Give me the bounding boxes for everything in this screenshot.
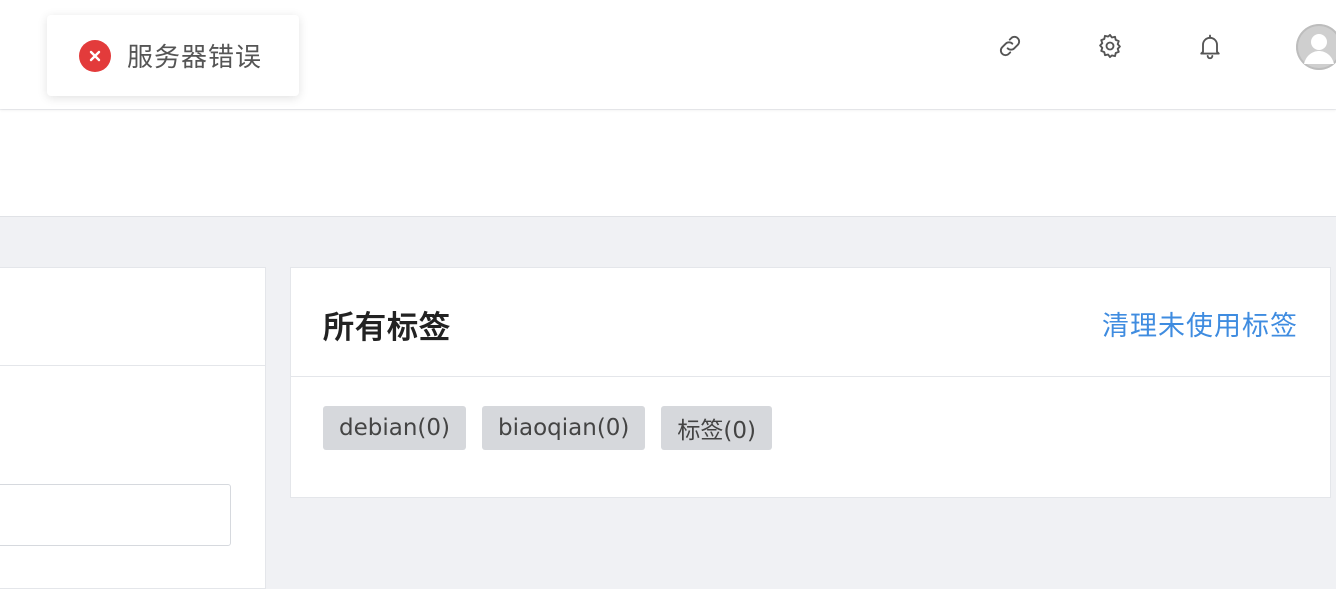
- tag-item[interactable]: 标签(0): [661, 406, 772, 450]
- clean-unused-tags-link[interactable]: 清理未使用标签: [1102, 304, 1298, 343]
- link-icon[interactable]: [990, 26, 1030, 66]
- panel-divider: [0, 365, 265, 366]
- left-panel: [0, 267, 266, 589]
- all-tags-card: 所有标签 清理未使用标签 debian(0) biaoqian(0) 标签(0): [290, 267, 1331, 498]
- card-header: 所有标签 清理未使用标签: [291, 268, 1330, 377]
- toast-message: 服务器错误: [127, 43, 263, 73]
- card-title: 所有标签: [323, 310, 451, 346]
- text-input[interactable]: [0, 484, 231, 546]
- sub-header-bar: [0, 110, 1336, 217]
- tag-list: debian(0) biaoqian(0) 标签(0): [323, 406, 772, 450]
- error-circle-icon: [79, 39, 111, 72]
- gear-icon[interactable]: [1090, 26, 1130, 66]
- tag-item[interactable]: debian(0): [323, 406, 466, 450]
- error-toast: 服务器错误: [47, 15, 299, 96]
- tag-item[interactable]: biaoqian(0): [482, 406, 646, 450]
- avatar[interactable]: [1296, 24, 1336, 70]
- bell-icon[interactable]: [1190, 26, 1230, 66]
